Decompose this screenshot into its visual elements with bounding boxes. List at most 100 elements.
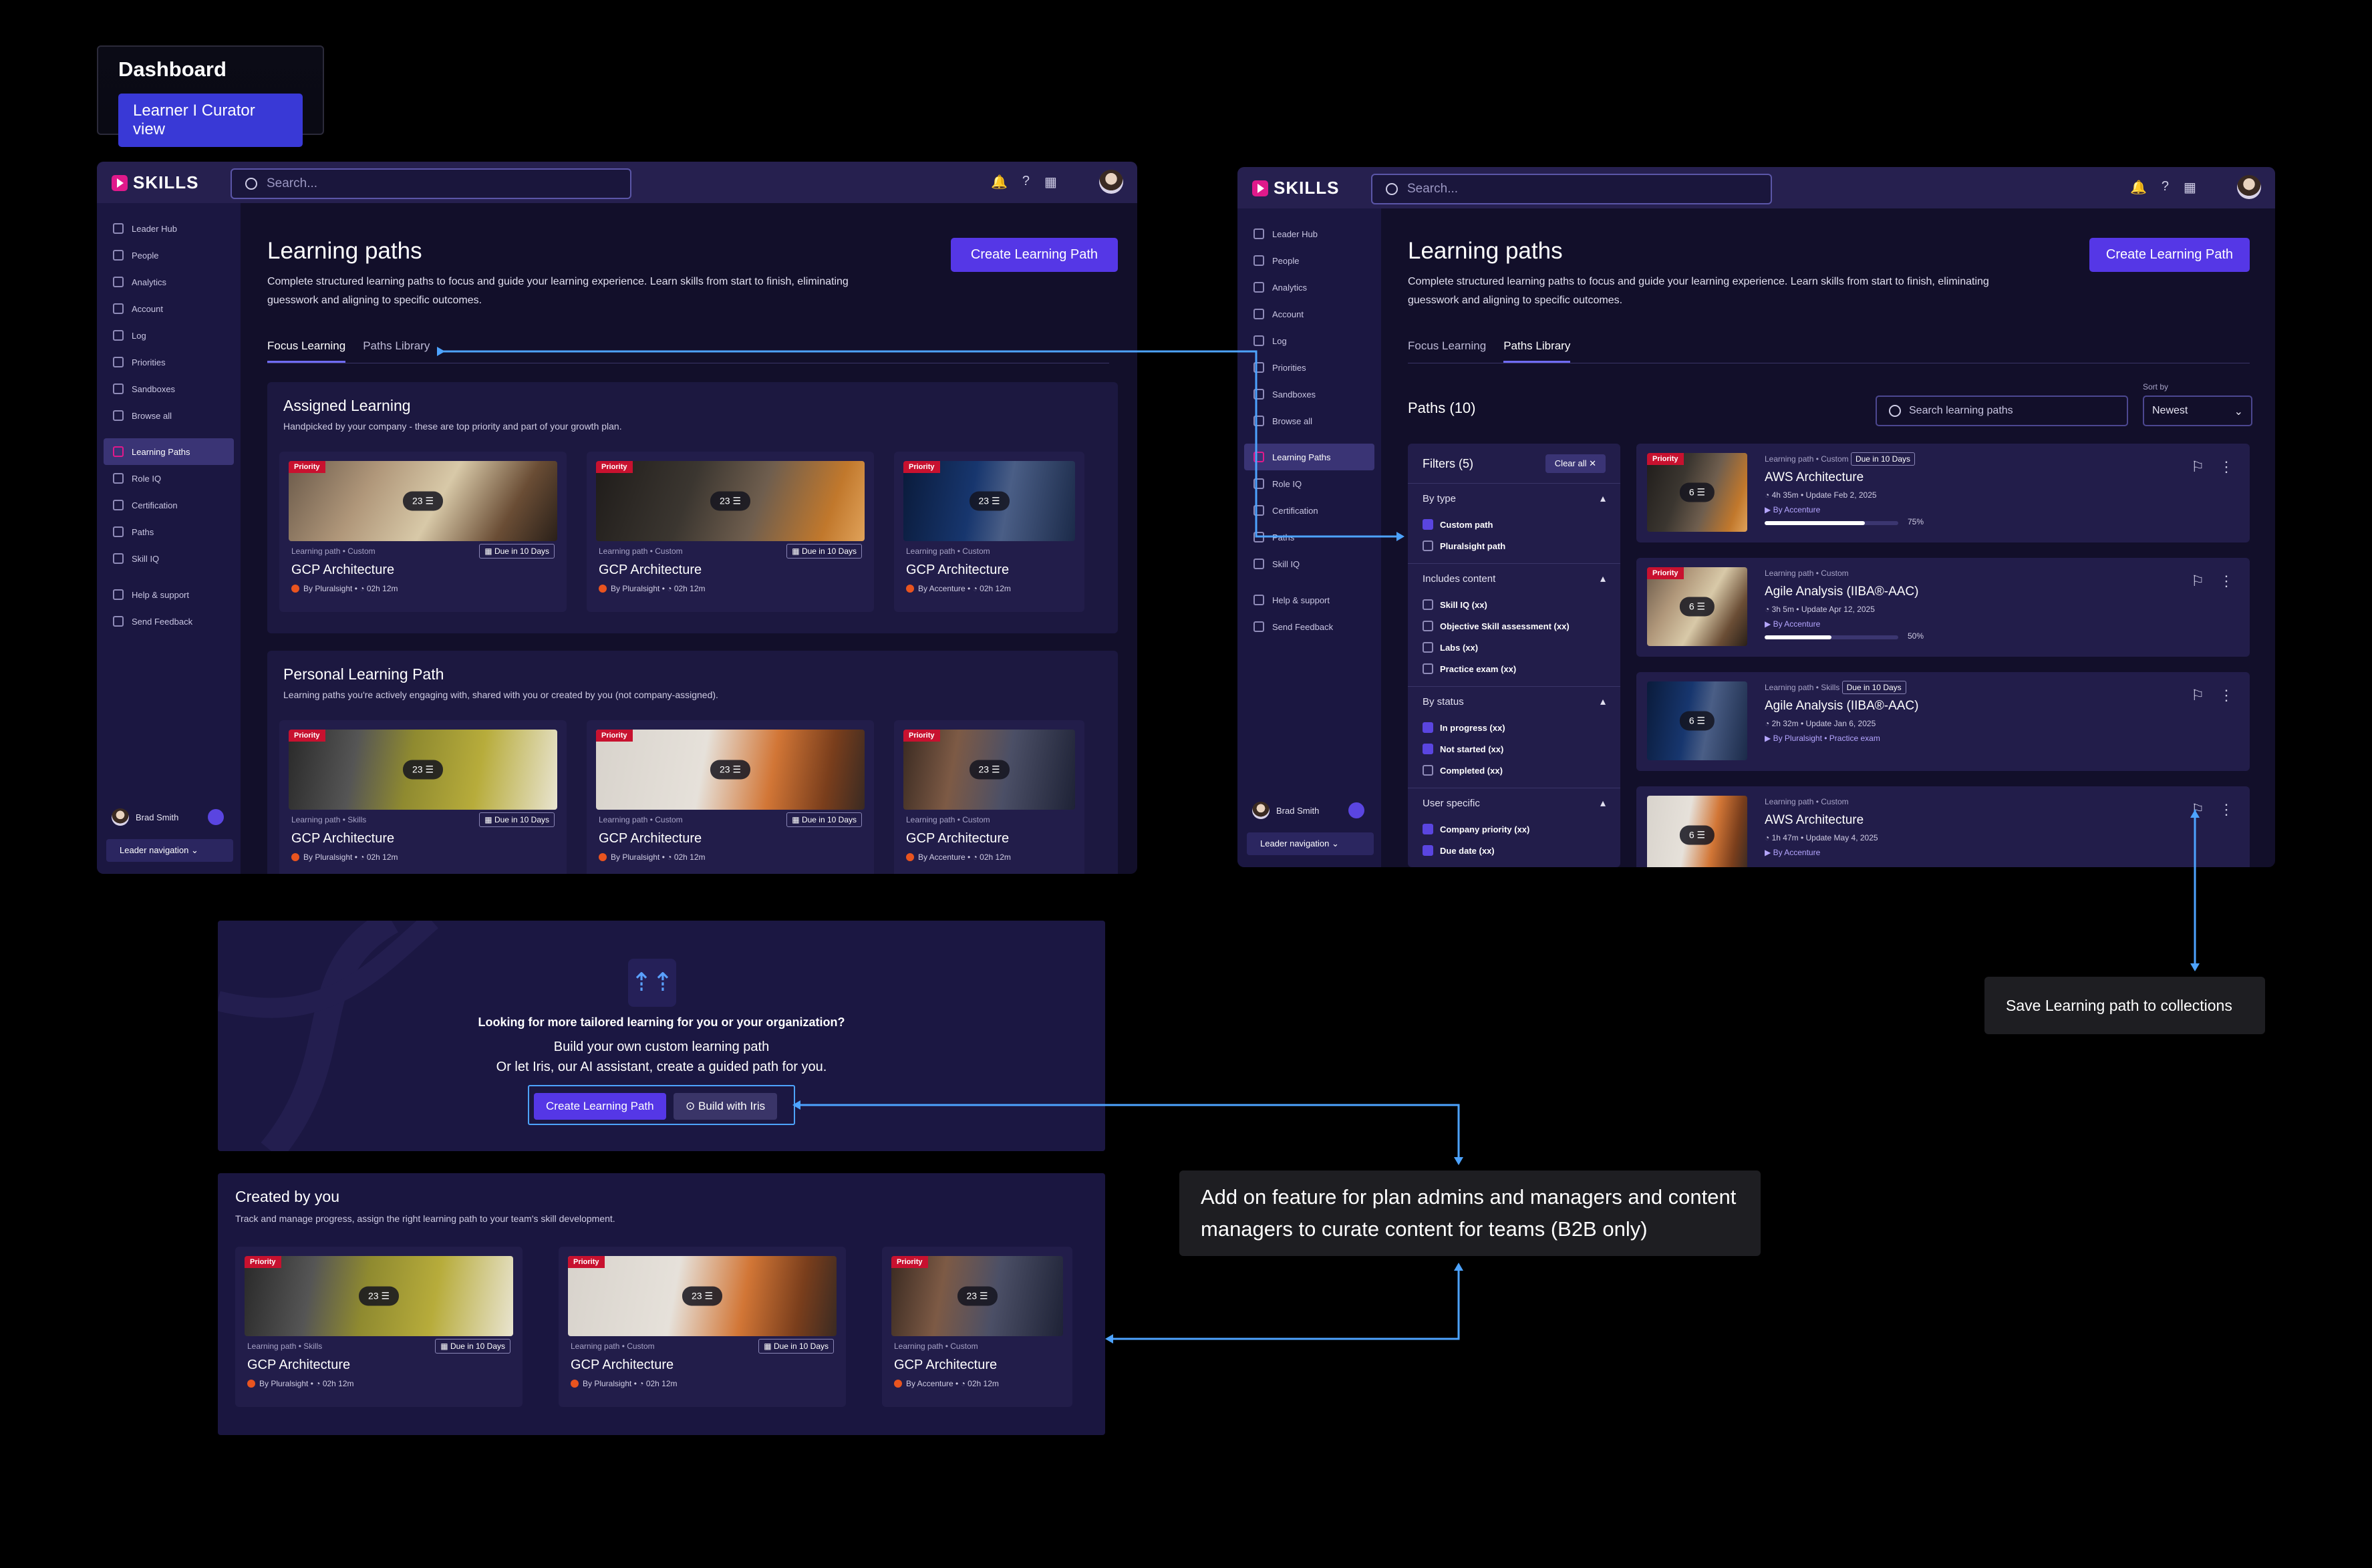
filter-option[interactable]: In progress (xx) <box>1423 717 1606 738</box>
tab-paths-library[interactable]: Paths Library <box>1503 339 1571 363</box>
notification-badge[interactable] <box>1348 802 1365 818</box>
skills-logo[interactable]: SKILLS <box>1252 178 1339 198</box>
sidebar-item-send-feedback[interactable]: Send Feedback <box>97 608 241 635</box>
promo-create-learning-path-button[interactable]: Create Learning Path <box>534 1093 666 1120</box>
sidebar-item-browse-all[interactable]: Browse all <box>97 402 241 429</box>
sidebar-item-priorities[interactable]: Priorities <box>1237 354 1381 381</box>
sidebar-item-priorities[interactable]: Priorities <box>97 349 241 375</box>
checkbox[interactable] <box>1423 519 1433 530</box>
sidebar-item-paths[interactable]: Paths <box>97 518 241 545</box>
learning-path-card[interactable]: Priority 23 ☰ Learning path • Custom GCP Ar… <box>894 452 1084 612</box>
user-profile[interactable]: Brad Smith <box>112 808 225 826</box>
clear-all-button[interactable]: Clear all ✕ <box>1545 454 1606 473</box>
learning-path-card[interactable]: Priority 23 ☰ Learning path • Custom ▦ Due … <box>279 452 567 612</box>
sidebar-item-people[interactable]: People <box>1237 247 1381 274</box>
sidebar-item-paths[interactable]: Paths <box>1237 524 1381 551</box>
help-icon[interactable]: ? <box>1022 174 1030 190</box>
filter-option[interactable]: Objective Skill assessment (xx) <box>1423 615 1606 637</box>
learning-path-result[interactable]: 6 ☰ Learning path • Custom AWS Architectur… <box>1636 786 2250 867</box>
more-options-icon[interactable]: ⋮ <box>2219 573 2234 590</box>
checkbox[interactable] <box>1423 845 1433 856</box>
checkbox[interactable] <box>1423 765 1433 776</box>
filter-option[interactable]: Labs (xx) <box>1423 637 1606 658</box>
sidebar-item-leader-hub[interactable]: Leader Hub <box>97 215 241 242</box>
sidebar-item-help-support[interactable]: Help & support <box>97 581 241 608</box>
learning-path-card[interactable]: Priority 23 ☰ Learning path • Skills ▦ Due … <box>279 720 567 874</box>
learning-path-card[interactable]: Priority 23 ☰ Learning path • Skills ▦ Due … <box>235 1247 523 1407</box>
filter-group-label[interactable]: User specific <box>1423 796 1606 810</box>
sidebar-item-learning-paths[interactable]: Learning Paths <box>104 438 234 465</box>
filter-group-label[interactable]: By status <box>1423 695 1606 708</box>
sidebar-item-send-feedback[interactable]: Send Feedback <box>1237 613 1381 640</box>
create-learning-path-button[interactable]: Create Learning Path <box>2089 238 2250 272</box>
learning-path-result[interactable]: Priority 6 ☰ Learning path • Custom Agile A… <box>1636 558 2250 657</box>
search-input[interactable]: Search... <box>231 168 631 199</box>
filter-group-label[interactable]: Includes content <box>1423 572 1606 585</box>
sidebar-item-log[interactable]: Log <box>97 322 241 349</box>
learning-path-card[interactable]: Priority 23 ☰ Learning path • Custom GCP Ar… <box>882 1247 1072 1407</box>
bookmark-icon[interactable]: ⚐ <box>2191 687 2204 704</box>
checkbox[interactable] <box>1423 540 1433 551</box>
apps-grid-icon[interactable]: ▦ <box>2184 179 2196 196</box>
user-profile[interactable]: Brad Smith <box>1252 802 1365 819</box>
more-options-icon[interactable]: ⋮ <box>2219 801 2234 818</box>
checkbox[interactable] <box>1423 599 1433 610</box>
bell-icon[interactable]: 🔔 <box>991 174 1008 190</box>
filter-option[interactable]: Skill IQ (xx) <box>1423 594 1606 615</box>
checkbox[interactable] <box>1423 642 1433 653</box>
tab-focus-learning[interactable]: Focus Learning <box>1408 339 1486 363</box>
sidebar-item-analytics[interactable]: Analytics <box>1237 274 1381 301</box>
filter-option[interactable]: Due date (xx) <box>1423 840 1606 861</box>
sidebar-item-certification[interactable]: Certification <box>1237 497 1381 524</box>
bookmark-icon[interactable]: ⚐ <box>2191 573 2204 590</box>
learning-path-card[interactable]: Priority 23 ☰ Learning path • Custom ▦ Due … <box>559 1247 846 1407</box>
sidebar-item-skill-iq[interactable]: Skill IQ <box>97 545 241 572</box>
notification-badge[interactable] <box>208 809 225 825</box>
sidebar-item-account[interactable]: Account <box>1237 301 1381 327</box>
learning-path-result[interactable]: 6 ☰ Learning path • Skills Due in 10 Days… <box>1636 672 2250 771</box>
view-toggle-button[interactable]: Learner I Curator view <box>118 94 303 147</box>
sidebar-item-leader-hub[interactable]: Leader Hub <box>1237 220 1381 247</box>
sidebar-item-browse-all[interactable]: Browse all <box>1237 408 1381 434</box>
build-with-iris-button[interactable]: ⊙ Build with Iris <box>674 1093 778 1120</box>
learning-path-card[interactable]: Priority 23 ☰ Learning path • Custom GCP Ar… <box>894 720 1084 874</box>
filter-option[interactable]: Pluralsight path <box>1423 535 1606 557</box>
checkbox[interactable] <box>1423 824 1433 834</box>
help-icon[interactable]: ? <box>2162 179 2169 196</box>
filter-option[interactable]: Company priority (xx) <box>1423 818 1606 840</box>
bookmark-icon[interactable]: ⚐ <box>2191 801 2204 818</box>
sidebar-item-learning-paths[interactable]: Learning Paths <box>1244 444 1374 470</box>
sidebar-item-role-iq[interactable]: Role IQ <box>97 465 241 492</box>
sidebar-item-help-support[interactable]: Help & support <box>1237 587 1381 613</box>
checkbox[interactable] <box>1423 663 1433 674</box>
filter-option[interactable]: Practice exam (xx) <box>1423 658 1606 679</box>
create-learning-path-button[interactable]: Create Learning Path <box>951 238 1118 272</box>
sidebar-item-skill-iq[interactable]: Skill IQ <box>1237 551 1381 577</box>
more-options-icon[interactable]: ⋮ <box>2219 458 2234 476</box>
sidebar-item-account[interactable]: Account <box>97 295 241 322</box>
avatar[interactable] <box>1099 170 1123 194</box>
filter-option[interactable]: Not started (xx) <box>1423 738 1606 760</box>
learning-path-card[interactable]: Priority 23 ☰ Learning path • Custom ▦ Due … <box>587 452 874 612</box>
checkbox[interactable] <box>1423 621 1433 631</box>
avatar[interactable] <box>2237 175 2261 199</box>
search-learning-paths-input[interactable]: Search learning paths <box>1876 396 2128 426</box>
tab-paths-library[interactable]: Paths Library <box>363 339 430 363</box>
sidebar-item-people[interactable]: People <box>97 242 241 269</box>
filter-option[interactable]: Completed (xx) <box>1423 760 1606 781</box>
leader-navigation-select[interactable]: Leader navigation ⌄ <box>106 839 233 862</box>
sidebar-item-certification[interactable]: Certification <box>97 492 241 518</box>
leader-navigation-select[interactable]: Leader navigation ⌄ <box>1247 832 1374 855</box>
bookmark-icon[interactable]: ⚐ <box>2191 458 2204 476</box>
more-options-icon[interactable]: ⋮ <box>2219 687 2234 704</box>
sidebar-item-log[interactable]: Log <box>1237 327 1381 354</box>
bell-icon[interactable]: 🔔 <box>2130 179 2147 196</box>
skills-logo[interactable]: SKILLS <box>112 172 198 193</box>
filter-option[interactable]: Custom path <box>1423 514 1606 535</box>
filter-group-label[interactable]: By type <box>1423 492 1606 505</box>
sidebar-item-role-iq[interactable]: Role IQ <box>1237 470 1381 497</box>
apps-grid-icon[interactable]: ▦ <box>1044 174 1057 190</box>
search-input[interactable]: Search... <box>1371 174 1772 204</box>
sidebar-item-analytics[interactable]: Analytics <box>97 269 241 295</box>
learning-path-result[interactable]: Priority 6 ☰ Learning path • Custom Due in… <box>1636 444 2250 542</box>
